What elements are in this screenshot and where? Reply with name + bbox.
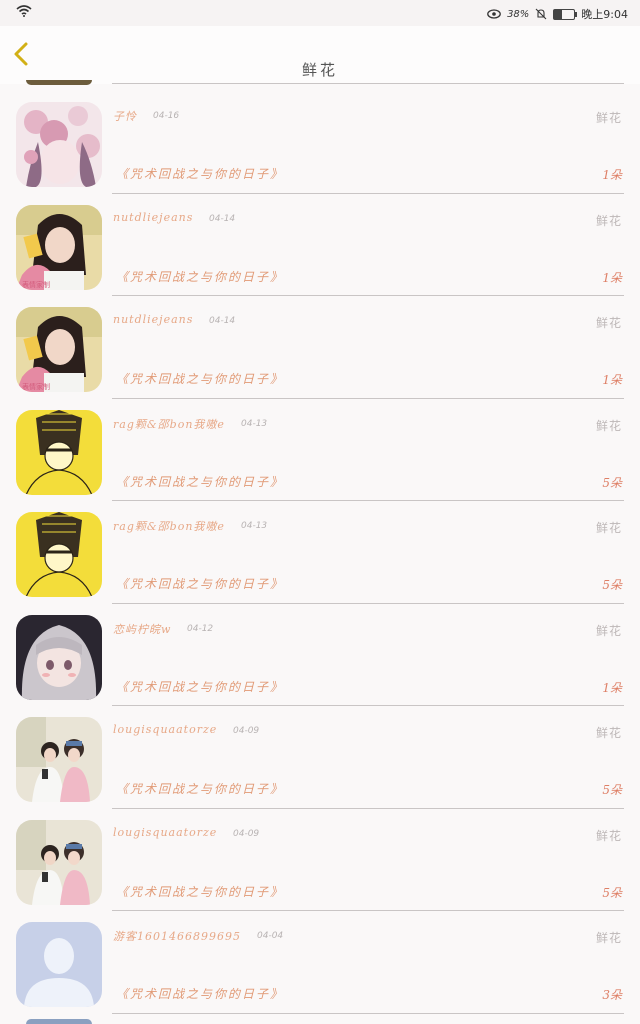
- divider: [112, 910, 624, 911]
- user-name[interactable]: rag颗&邵bon我嗷e: [113, 416, 225, 432]
- gift-date: 04-12: [187, 623, 214, 634]
- list-item[interactable]: 表情家制 nutdliejeans 04-14 鲜花《咒术回战之与你的日子》 1朵: [0, 195, 640, 298]
- gift-count: 1朵: [602, 680, 622, 695]
- gift-type: 鲜花: [595, 418, 622, 433]
- divider: [112, 500, 624, 501]
- gift-count: 5朵: [602, 475, 622, 490]
- gift-count: 5朵: [602, 578, 622, 592]
- gift-date: 04-16: [153, 111, 180, 121]
- mute-bell-icon: [535, 8, 547, 20]
- gift-date: 04-13: [241, 418, 268, 429]
- avatar[interactable]: [16, 102, 102, 187]
- gift-type: 鲜花: [595, 828, 622, 843]
- user-name[interactable]: nutdliejeans: [113, 313, 193, 326]
- avatar[interactable]: [16, 409, 102, 495]
- gift-count: 1朵: [602, 270, 622, 285]
- battery-icon: [553, 8, 578, 20]
- gift-date: 04-09: [233, 726, 260, 736]
- gift-type: 鲜花: [595, 726, 622, 740]
- gift-type: 鲜花: [595, 213, 622, 228]
- svg-text:表情家制: 表情家制: [22, 280, 50, 289]
- book-title: 《咒术回战之与你的日子》: [116, 577, 285, 591]
- list-item[interactable]: lougisquaatorze 04-09 鲜花《咒术回战之与你的日子》 5朵: [0, 810, 640, 913]
- book-title: 《咒术回战之与你的日子》: [116, 679, 285, 694]
- list-item[interactable]: lougisquaatorze 04-09 鲜花《咒术回战之与你的日子》 5朵: [0, 707, 640, 810]
- page-title: 鲜花: [301, 61, 338, 79]
- divider: [112, 602, 624, 604]
- divider: [112, 192, 624, 194]
- eye-icon: [487, 9, 501, 19]
- divider: [112, 397, 624, 399]
- list-item[interactable]: 表情家制 nutdliejeans 04-14 鲜花《咒术回战之与你的日子》 1朵: [0, 297, 640, 400]
- gift-type: 鲜花: [595, 316, 622, 330]
- book-title: 《咒术回战之与你的日子》: [116, 987, 285, 1001]
- gift-count: 1朵: [602, 168, 622, 182]
- gift-list: 子怜 04-16 鲜花 《咒术回战之与你的日子》 1朵 表情家制 nutdliejeans…: [0, 92, 640, 1015]
- gift-count: 5朵: [602, 783, 622, 797]
- gift-count: 3朵: [602, 988, 622, 1002]
- divider: [112, 83, 624, 84]
- book-title: 《咒术回战之与你的日子》: [116, 167, 285, 181]
- book-title: 《咒术回战之与你的日子》: [116, 474, 285, 489]
- gift-date: 04-13: [241, 521, 268, 531]
- avatar[interactable]: 表情家制: [16, 307, 102, 392]
- avatar[interactable]: [16, 922, 102, 1007]
- avatar[interactable]: [16, 614, 102, 700]
- user-name[interactable]: lougisquaatorze: [113, 723, 217, 736]
- user-name[interactable]: nutdliejeans: [113, 211, 193, 224]
- status-bar: 38% 晚上9:04: [0, 0, 640, 26]
- list-item[interactable]: 恋屿柠皖w 04-12 鲜花《咒术回战之与你的日子》 1朵: [0, 605, 640, 708]
- avatar[interactable]: [16, 717, 102, 802]
- divider: [112, 807, 624, 809]
- book-title: 《咒术回战之与你的日子》: [116, 782, 285, 796]
- list-item[interactable]: 游客1601466899695 04-04 鲜花《咒术回战之与你的日子》 3朵: [0, 912, 640, 1015]
- avatar[interactable]: [16, 512, 102, 597]
- book-title: 《咒术回战之与你的日子》: [116, 372, 285, 386]
- user-name[interactable]: lougisquaatorze: [113, 826, 217, 839]
- clock: 晚上9:04: [581, 8, 628, 21]
- book-title: 《咒术回战之与你的日子》: [116, 884, 285, 899]
- gift-date: 04-14: [209, 213, 236, 224]
- user-name[interactable]: 恋屿柠皖w: [113, 621, 171, 637]
- avatar: [26, 80, 92, 85]
- list-item[interactable]: rag颗&邵bon我嗷e 04-13 鲜花《咒术回战之与你的日子》 5朵: [0, 400, 640, 503]
- battery-percent: 38%: [507, 8, 530, 20]
- user-name[interactable]: 子怜: [113, 108, 137, 124]
- gift-date: 04-14: [209, 316, 236, 326]
- list-item[interactable]: rag颗&邵bon我嗷e 04-13 鲜花《咒术回战之与你的日子》 5朵: [0, 502, 640, 605]
- divider: [112, 295, 624, 296]
- avatar: [26, 1019, 92, 1024]
- gift-date: 04-04: [257, 931, 284, 941]
- gift-type: 鲜花: [595, 931, 622, 945]
- book-title: 《咒术回战之与你的日子》: [116, 269, 285, 284]
- avatar[interactable]: [16, 819, 102, 905]
- header: 鲜花: [0, 26, 640, 84]
- gift-count: 1朵: [602, 373, 622, 387]
- divider: [112, 1012, 624, 1014]
- wifi-icon: [16, 5, 32, 17]
- list-item[interactable]: 子怜 04-16 鲜花《咒术回战之与你的日子》 1朵: [0, 92, 640, 195]
- gift-count: 5朵: [602, 885, 622, 900]
- user-name[interactable]: rag颗&邵bon我嗷e: [113, 518, 225, 534]
- gift-date: 04-09: [233, 828, 260, 839]
- gift-type: 鲜花: [595, 111, 622, 125]
- gift-type: 鲜花: [595, 623, 622, 638]
- user-name[interactable]: 游客1601466899695: [113, 928, 241, 944]
- avatar[interactable]: 表情家制: [16, 204, 102, 290]
- svg-text:表情家制: 表情家制: [22, 382, 50, 391]
- divider: [112, 705, 624, 706]
- gift-type: 鲜花: [595, 521, 622, 535]
